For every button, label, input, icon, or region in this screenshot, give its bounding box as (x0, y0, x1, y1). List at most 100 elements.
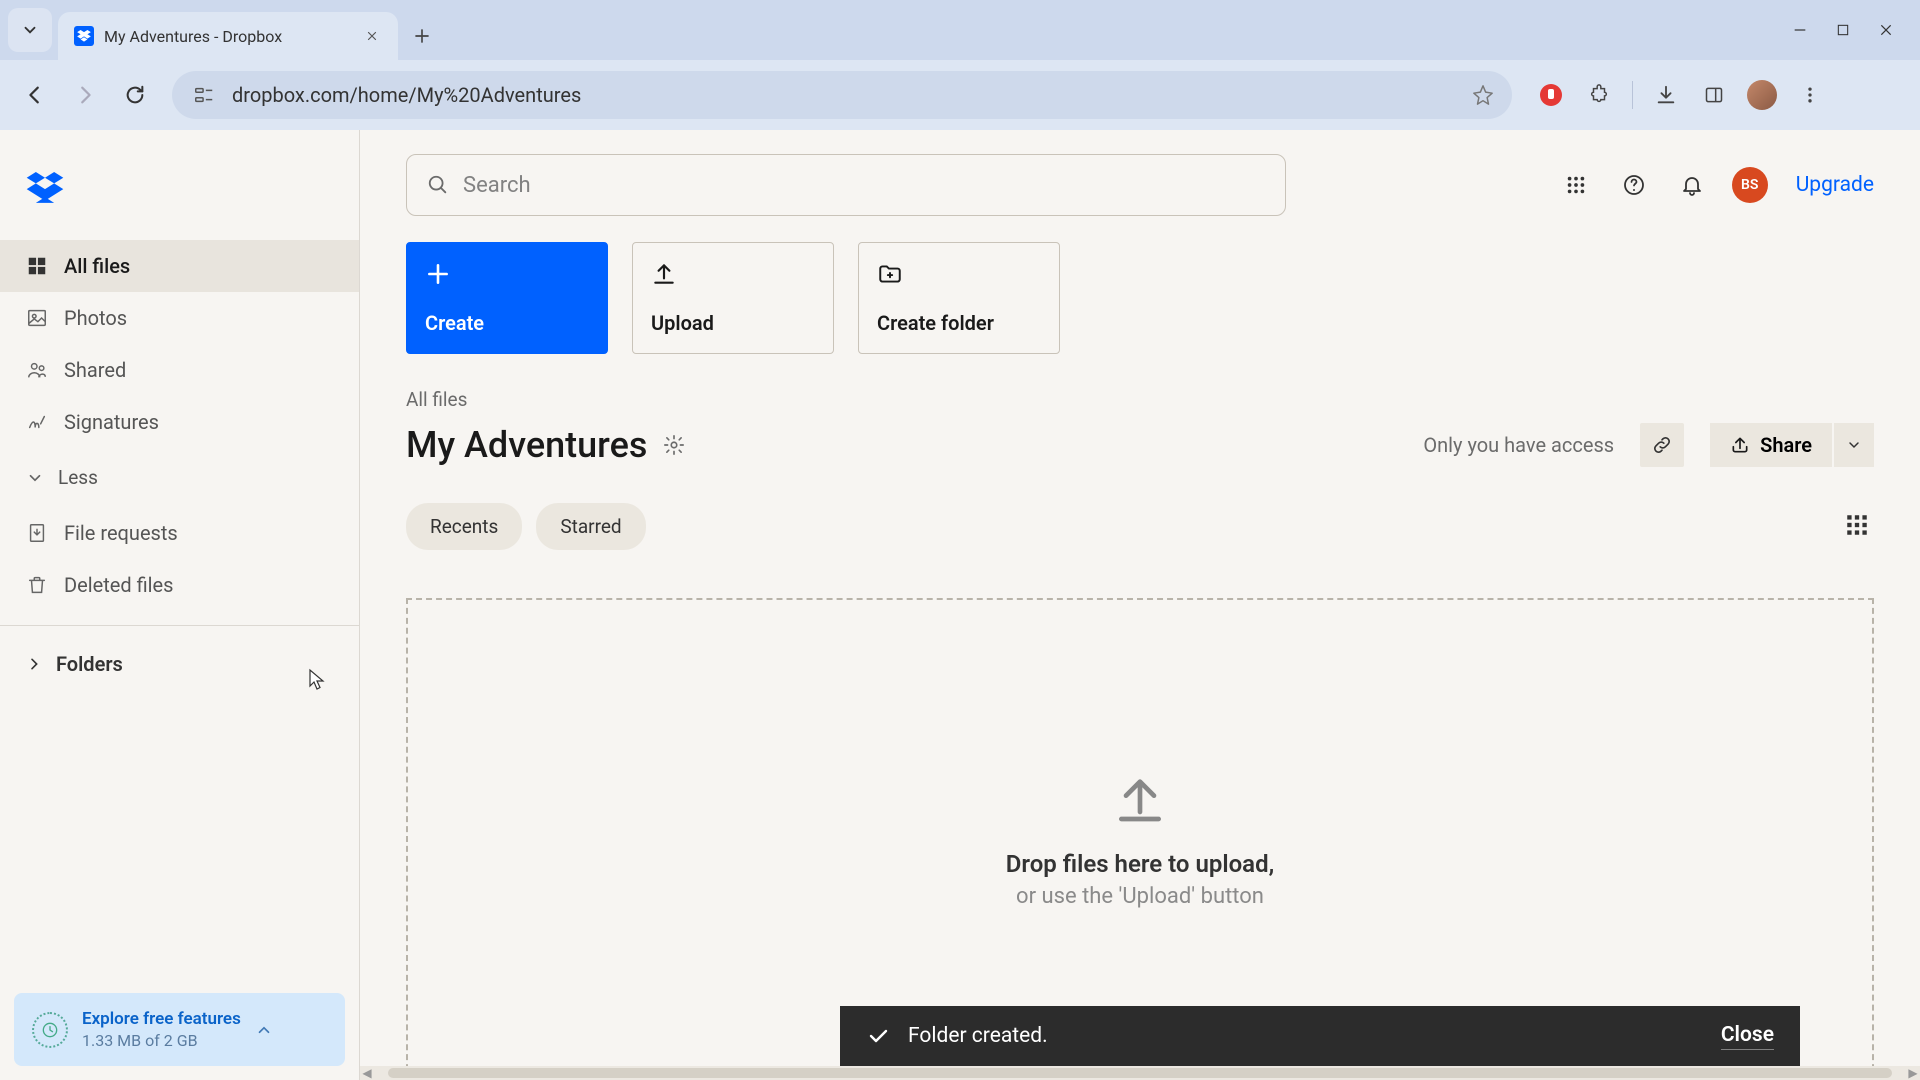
upload-arrow-icon (1112, 770, 1168, 826)
extension-adblock-icon[interactable] (1536, 80, 1566, 110)
arrow-left-icon (24, 84, 46, 106)
toast-message: Folder created. (908, 1024, 1703, 1048)
share-button[interactable]: Share (1710, 423, 1832, 467)
dropbox-logo[interactable] (0, 154, 359, 240)
copy-link-button[interactable] (1640, 423, 1684, 467)
chevron-right-icon (26, 656, 42, 672)
toast-close-button[interactable]: Close (1721, 1023, 1774, 1050)
upload-icon (651, 261, 677, 287)
sidebar-item-file-requests[interactable]: File requests (0, 507, 359, 559)
create-label: Create (425, 311, 589, 335)
upload-label: Upload (651, 311, 815, 335)
chrome-menu-button[interactable] (1795, 80, 1825, 110)
toast-notification: Folder created. Close (840, 1006, 1800, 1066)
sidebar-label: File requests (64, 521, 178, 545)
trash-icon (26, 574, 48, 596)
sidebar-item-shared[interactable]: Shared (0, 344, 359, 396)
horizontal-scrollbar[interactable]: ◀ ▶ (360, 1066, 1920, 1080)
profile-button[interactable] (1747, 80, 1777, 110)
chevron-down-icon (26, 469, 44, 487)
avatar-icon (1747, 80, 1777, 110)
sidebar-folders-toggle[interactable]: Folders (26, 652, 333, 676)
back-button[interactable] (14, 74, 56, 116)
search-placeholder: Search (463, 173, 531, 198)
dropbox-logo-icon (26, 172, 64, 204)
tab-search-button[interactable] (8, 8, 52, 52)
new-tab-button[interactable] (404, 18, 440, 54)
sidebar: All files Photos Shared Signatures Less … (0, 130, 360, 1080)
signature-icon (26, 411, 48, 433)
create-folder-label: Create folder (877, 311, 1041, 335)
app-switcher-button[interactable] (1558, 167, 1594, 203)
plus-icon (413, 27, 431, 45)
bookmark-button[interactable] (1472, 84, 1494, 106)
plus-icon (425, 261, 451, 287)
minimize-icon (1792, 22, 1808, 38)
link-icon (1651, 434, 1673, 456)
window-controls (1774, 10, 1912, 50)
create-folder-button[interactable]: Create folder (858, 242, 1060, 354)
access-text: Only you have access (1423, 433, 1614, 457)
dropbox-favicon-icon (74, 26, 94, 46)
downloads-button[interactable] (1651, 80, 1681, 110)
search-input[interactable]: Search (406, 154, 1286, 216)
close-icon (1878, 22, 1894, 38)
reload-icon (124, 84, 146, 106)
share-icon (1730, 435, 1750, 455)
sidebar-label: Photos (64, 306, 127, 330)
address-bar[interactable]: dropbox.com/home/My%20Adventures (172, 71, 1512, 119)
window-maximize-button[interactable] (1836, 23, 1850, 37)
upload-button[interactable]: Upload (632, 242, 834, 354)
browser-tab[interactable]: My Adventures - Dropbox (58, 12, 398, 60)
extensions-button[interactable] (1584, 80, 1614, 110)
sidebar-item-signatures[interactable]: Signatures (0, 396, 359, 448)
forward-button[interactable] (64, 74, 106, 116)
filter-starred[interactable]: Starred (536, 503, 645, 550)
tab-close-button[interactable] (362, 26, 382, 46)
sidebar-item-all-files[interactable]: All files (0, 240, 359, 292)
sidebar-less-toggle[interactable]: Less (0, 448, 359, 507)
maximize-icon (1836, 23, 1850, 37)
window-close-button[interactable] (1878, 22, 1894, 38)
dropzone-title: Drop files here to upload, (1006, 850, 1274, 878)
people-icon (26, 359, 48, 381)
grid-icon (26, 255, 48, 277)
search-icon (427, 174, 449, 196)
upgrade-link[interactable]: Upgrade (1796, 173, 1874, 197)
account-avatar[interactable]: BS (1732, 167, 1768, 203)
help-icon (1622, 173, 1646, 197)
sidepanel-button[interactable] (1699, 80, 1729, 110)
view-toggle-button[interactable] (1844, 512, 1874, 542)
tab-title: My Adventures - Dropbox (104, 27, 352, 46)
gear-icon (663, 434, 685, 456)
browser-toolbar: dropbox.com/home/My%20Adventures (0, 60, 1920, 130)
folders-label: Folders (56, 652, 123, 676)
chevron-down-icon (21, 21, 39, 39)
breadcrumb[interactable]: All files (406, 388, 1874, 411)
page-title: My Adventures (406, 424, 647, 466)
create-button[interactable]: Create (406, 242, 608, 354)
arrow-right-icon (74, 84, 96, 106)
share-dropdown-button[interactable] (1834, 423, 1874, 467)
filter-recents[interactable]: Recents (406, 503, 522, 550)
url-text: dropbox.com/home/My%20Adventures (232, 83, 1458, 107)
window-minimize-button[interactable] (1792, 22, 1808, 38)
reload-button[interactable] (114, 74, 156, 116)
main-content: Search BS Upgrade Create Upload Create f… (360, 130, 1920, 1080)
sidebar-item-photos[interactable]: Photos (0, 292, 359, 344)
sidebar-label: Signatures (64, 410, 159, 434)
help-button[interactable] (1616, 167, 1652, 203)
sidebar-item-deleted-files[interactable]: Deleted files (0, 559, 359, 611)
close-icon (365, 29, 379, 43)
folder-settings-button[interactable] (663, 434, 685, 456)
image-icon (26, 307, 48, 329)
file-request-icon (26, 522, 48, 544)
storage-promo[interactable]: Explore free features 1.33 MB of 2 GB (14, 993, 345, 1066)
browser-titlebar: My Adventures - Dropbox (0, 0, 1920, 60)
site-info-icon[interactable] (190, 81, 218, 109)
check-icon (866, 1024, 890, 1048)
apps-grid-icon (1565, 174, 1587, 196)
notifications-button[interactable] (1674, 167, 1710, 203)
promo-subtitle: 1.33 MB of 2 GB (82, 1031, 241, 1050)
dropzone-subtitle: or use the 'Upload' button (1016, 884, 1264, 909)
